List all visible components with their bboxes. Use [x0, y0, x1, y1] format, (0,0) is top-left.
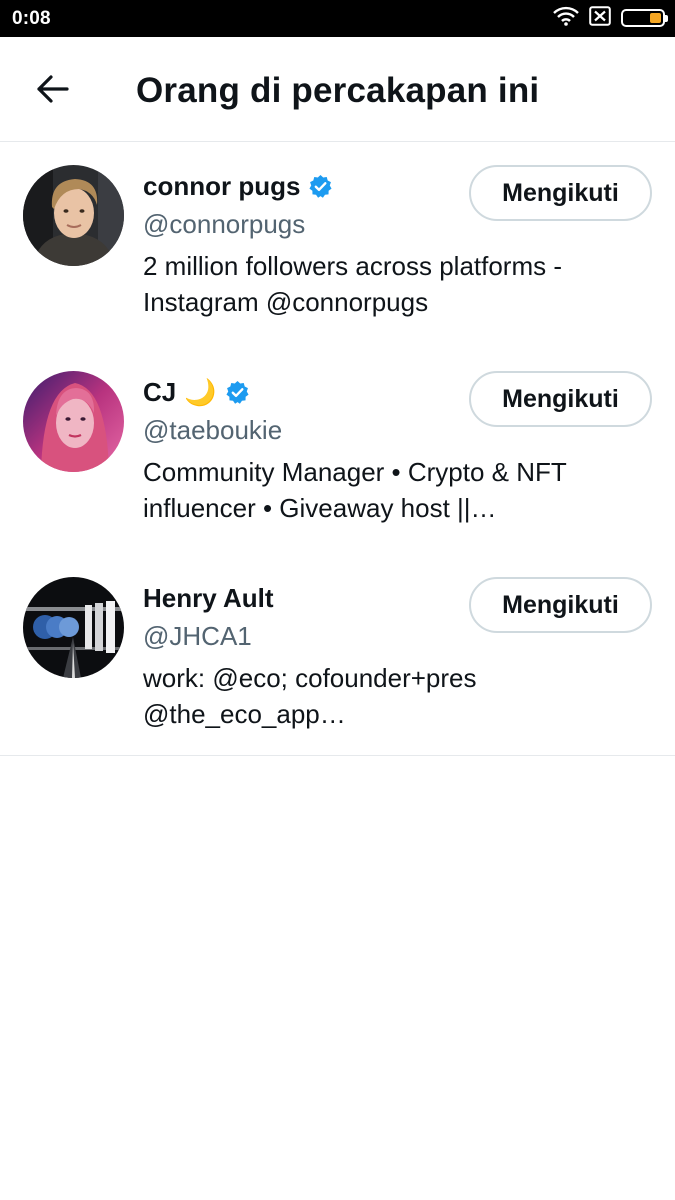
user-bio: work: @eco; cofounder+pres @the_eco_app… [143, 660, 623, 732]
user-name: CJ [143, 376, 177, 407]
wifi-icon [553, 6, 579, 31]
avatar[interactable] [23, 371, 124, 472]
bio-line: Community Manager • Crypto & NFT [143, 457, 567, 487]
sim-x-icon [589, 5, 611, 31]
bio-line: 2 million followers across platforms - [143, 251, 563, 281]
user-name: connor pugs [143, 170, 301, 201]
verified-badge-icon [225, 380, 250, 405]
following-button[interactable]: Mengikuti [469, 371, 652, 427]
status-bar: 0:08 [0, 0, 675, 37]
bio-line: Instagram @connorpugs [143, 287, 429, 317]
status-icons [553, 5, 668, 31]
people-list: connor pugs @connorpugs 2 million follow… [0, 143, 675, 761]
page-title: Orang di percakapan ini [136, 71, 540, 110]
verified-badge-icon [308, 174, 333, 199]
arrow-left-icon [35, 74, 69, 109]
list-item-user[interactable]: connor pugs @connorpugs 2 million follow… [0, 143, 675, 349]
crescent-moon-icon: 🌙 [184, 376, 217, 407]
app-header: Orang di percakapan ini [0, 37, 675, 142]
battery-level [650, 13, 661, 23]
list-divider [0, 755, 675, 756]
bio-line: work: @eco; cofounder+pres [143, 663, 477, 693]
avatar[interactable] [23, 577, 124, 678]
following-button[interactable]: Mengikuti [469, 165, 652, 221]
back-button[interactable] [30, 69, 74, 113]
status-time: 0:08 [12, 8, 51, 29]
bio-line: @the_eco_app… [143, 699, 346, 729]
list-item-user[interactable]: Henry Ault @JHCA1 work: @eco; cofounder+… [0, 555, 675, 761]
user-bio: 2 million followers across platforms - I… [143, 248, 623, 320]
bio-line: influencer • Giveaway host ||… [143, 493, 497, 523]
following-button[interactable]: Mengikuti [469, 577, 652, 633]
list-item-user[interactable]: CJ 🌙 @taeboukie Community Manager • Cryp… [0, 349, 675, 555]
user-bio: Community Manager • Crypto & NFT influen… [143, 454, 623, 526]
user-name: Henry Ault [143, 582, 274, 613]
battery-icon [621, 9, 668, 27]
avatar[interactable] [23, 165, 124, 266]
